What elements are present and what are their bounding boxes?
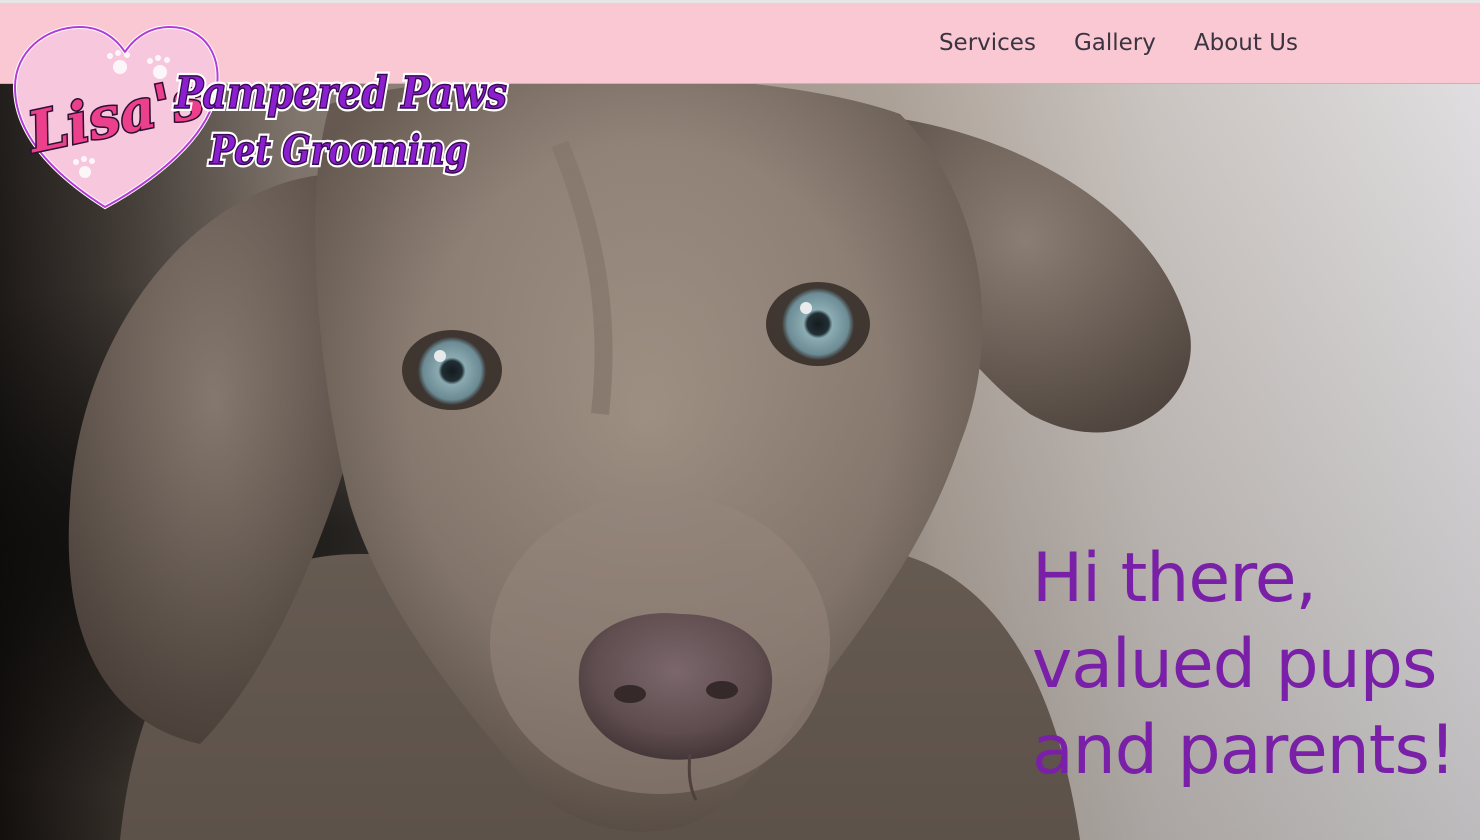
nav-link-about-us[interactable]: About Us xyxy=(1194,30,1298,56)
headline-line-3: and parents! xyxy=(1032,711,1456,790)
nav-link-gallery[interactable]: Gallery xyxy=(1074,30,1156,56)
site-logo[interactable]: Lisa's Pampered Paws Pampered Paws Pet G… xyxy=(10,22,515,212)
headline-line-1: Hi there, xyxy=(1032,539,1317,618)
page: Services Gallery About Us Hi there, valu… xyxy=(0,0,1480,840)
headline-line-2: valued pups xyxy=(1032,625,1437,704)
logo-line-1-outline: Pampered Paws xyxy=(173,68,507,119)
logo-line-2-outline: Pet Grooming xyxy=(209,127,468,174)
hero-headline: Hi there, valued pups and parents! xyxy=(1032,536,1472,794)
nav-link-services[interactable]: Services xyxy=(939,30,1036,56)
main-nav: Services Gallery About Us xyxy=(939,3,1298,83)
